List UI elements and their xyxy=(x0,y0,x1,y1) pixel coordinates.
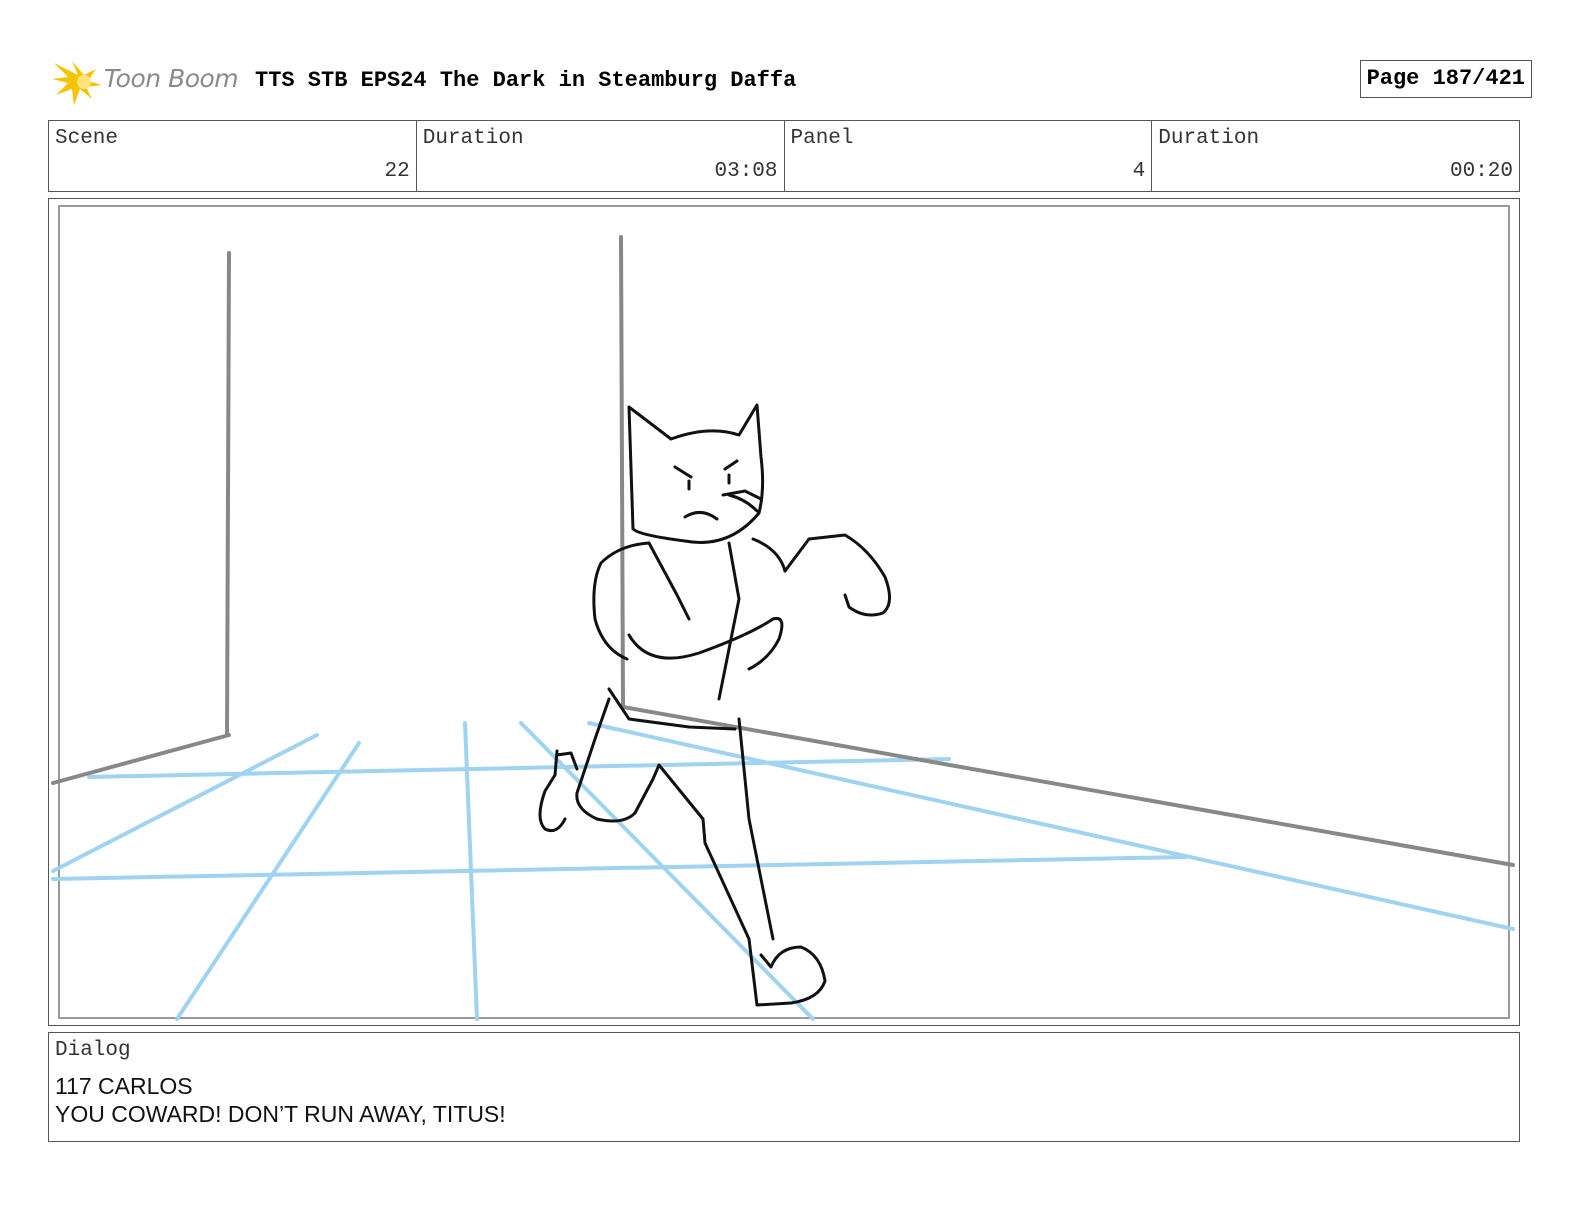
dialog-text: YOU COWARD! DON’T RUN AWAY, TITUS! xyxy=(55,1101,506,1127)
panel-duration-cell: Duration 00:20 xyxy=(1152,121,1519,191)
page-header: Toon Boom TTS STB EPS24 The Dark in Stea… xyxy=(52,55,1532,107)
dialog-box: Dialog 117 CARLOS YOU COWARD! DON’T RUN … xyxy=(48,1032,1520,1142)
scene-duration-label: Duration xyxy=(422,127,524,150)
panel-duration-label: Duration xyxy=(1158,127,1260,150)
toon-boom-logo: Toon Boom xyxy=(52,55,242,107)
document-title: TTS STB EPS24 The Dark in Steamburg Daff… xyxy=(255,68,797,93)
scene-info-row: Scene 22 Duration 03:08 Panel 4 Duration… xyxy=(48,120,1520,192)
wall-lines xyxy=(51,235,1515,867)
character-sketch xyxy=(538,403,891,1007)
page-number: Page 187/421 xyxy=(1359,60,1532,98)
dialog-label: Dialog xyxy=(55,1039,131,1062)
scene-duration-cell: Duration 03:08 xyxy=(417,121,785,191)
panel-value: 4 xyxy=(1132,160,1146,183)
scene-cell: Scene 22 xyxy=(49,121,417,191)
panel-duration-value: 00:20 xyxy=(1449,160,1513,183)
panel-cell: Panel 4 xyxy=(785,121,1153,191)
panel-label: Panel xyxy=(790,127,854,150)
scene-label: Scene xyxy=(55,127,119,150)
scene-value: 22 xyxy=(384,160,410,183)
perspective-guides xyxy=(51,721,1515,1021)
storyboard-panel xyxy=(48,198,1520,1026)
logo-text: Toon Boom xyxy=(104,64,239,93)
scene-duration-value: 03:08 xyxy=(714,160,778,183)
storyboard-sketch xyxy=(51,205,1515,1021)
starburst-icon xyxy=(52,61,102,105)
dialog-speaker: 117 CARLOS xyxy=(55,1073,193,1099)
